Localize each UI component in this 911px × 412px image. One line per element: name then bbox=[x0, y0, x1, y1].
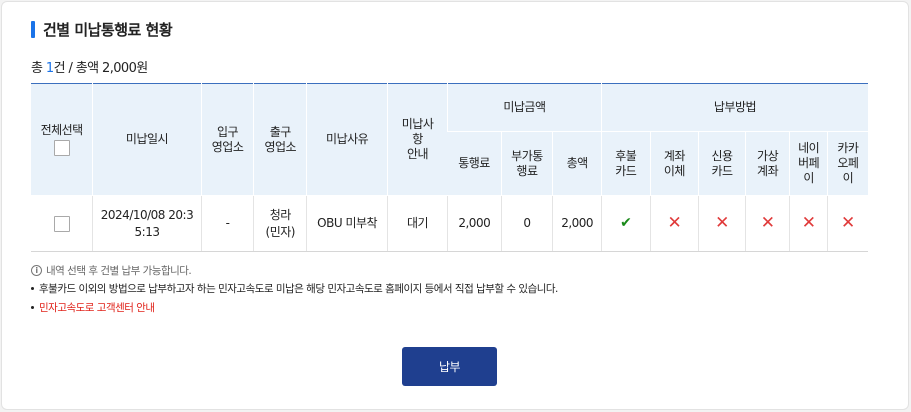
x-icon: ✕ bbox=[760, 212, 775, 233]
header-kakao-pay: 카카 오페 이 bbox=[826, 131, 868, 196]
header-surcharge: 부가통 행료 bbox=[500, 131, 553, 196]
x-icon: ✕ bbox=[715, 212, 729, 233]
cell-date: 2024/10/08 20:3 5:13 bbox=[92, 195, 202, 252]
info-note-text: 내역 선택 후 건별 납부 가능합니다. bbox=[46, 265, 192, 277]
table-row: 2024/10/08 20:3 5:13 - 청라 (민자) OBU 미부착 대… bbox=[31, 195, 868, 252]
x-icon: ✕ bbox=[841, 212, 855, 233]
summary-suffix: 건 / 총액 2,000원 bbox=[53, 61, 149, 76]
x-icon: ✕ bbox=[667, 212, 682, 233]
cell-notice: 대기 bbox=[387, 195, 448, 252]
cell-reason: OBU 미부착 bbox=[306, 195, 388, 252]
cell-toll: 2,000 bbox=[446, 195, 502, 252]
header-notice: 미납사 항 안내 bbox=[387, 83, 448, 196]
bullet-icon bbox=[31, 305, 34, 309]
unpaid-toll-panel: 건별 미납통행료 현황 총 1건 / 총액 2,000원 전체선택 미납일시 입… bbox=[1, 1, 909, 410]
cell-transfer: ✕ bbox=[649, 195, 699, 252]
bullet-note: 후불카드 이외의 방법으로 납부하고자 하는 민자고속도로 미납은 해당 민자고… bbox=[31, 281, 558, 295]
info-icon: i bbox=[31, 265, 42, 276]
unpaid-toll-table: 전체선택 미납일시 입구 영업소 출구 영업소 미납사유 미납사 항 안내 미납… bbox=[31, 83, 868, 252]
section-title-text: 건별 미납통행료 현황 bbox=[43, 20, 173, 39]
cell-naver-pay: ✕ bbox=[789, 195, 828, 252]
check-icon: ✔ bbox=[620, 215, 632, 231]
header-select-all-label: 전체선택 bbox=[40, 123, 84, 137]
summary-prefix: 총 bbox=[31, 61, 46, 76]
cell-total: 2,000 bbox=[552, 195, 602, 252]
x-icon: ✕ bbox=[801, 212, 816, 233]
header-amount-group: 미납금액 bbox=[446, 83, 602, 132]
cell-deferred-card: ✔ bbox=[600, 195, 651, 252]
header-toll: 통행료 bbox=[447, 131, 502, 196]
header-naver-pay: 네이 버페 이 bbox=[789, 131, 828, 196]
header-credit-card: 신용 카드 bbox=[698, 131, 746, 196]
cell-virtual-account: ✕ bbox=[744, 195, 790, 252]
row-checkbox[interactable] bbox=[53, 215, 70, 232]
bullet-icon bbox=[31, 286, 34, 290]
notes: i 내역 선택 후 건별 납부 가능합니다. 후불카드 이외의 방법으로 납부하… bbox=[31, 264, 558, 314]
header-entry: 입구 영업소 bbox=[200, 83, 254, 196]
header-total: 총액 bbox=[552, 131, 602, 196]
header-date: 미납일시 bbox=[92, 83, 202, 196]
cell-credit-card: ✕ bbox=[698, 195, 746, 252]
pay-button[interactable]: 납부 bbox=[402, 347, 497, 386]
header-select-all: 전체선택 bbox=[31, 83, 93, 196]
cell-exit: 청라 (민자) bbox=[253, 195, 307, 252]
header-payment-group: 납부방법 bbox=[600, 83, 868, 132]
cell-surcharge: 0 bbox=[500, 195, 553, 252]
customer-center-link-row: 민자고속도로 고객센터 안내 bbox=[31, 300, 558, 314]
header-reason: 미납사유 bbox=[306, 83, 388, 196]
header-virtual-account: 가상 계좌 bbox=[744, 131, 790, 196]
summary-text: 총 1건 / 총액 2,000원 bbox=[31, 57, 148, 76]
header-transfer: 계좌 이체 bbox=[649, 131, 699, 196]
header-exit: 출구 영업소 bbox=[253, 83, 307, 196]
info-note: i 내역 선택 후 건별 납부 가능합니다. bbox=[31, 264, 558, 277]
select-all-checkbox[interactable] bbox=[53, 140, 70, 156]
cell-kakao-pay: ✕ bbox=[826, 195, 868, 252]
section-title: 건별 미납통행료 현황 bbox=[31, 19, 173, 39]
cell-entry: - bbox=[200, 195, 254, 252]
header-deferred-card: 후불 카드 bbox=[600, 131, 651, 196]
customer-center-link[interactable]: 민자고속도로 고객센터 안내 bbox=[39, 300, 155, 315]
row-select-cell bbox=[31, 195, 93, 252]
summary-count: 1 bbox=[45, 61, 54, 76]
bullet-note-text: 후불카드 이외의 방법으로 납부하고자 하는 민자고속도로 미납은 해당 민자고… bbox=[39, 282, 558, 295]
title-accent-bar bbox=[31, 20, 35, 38]
